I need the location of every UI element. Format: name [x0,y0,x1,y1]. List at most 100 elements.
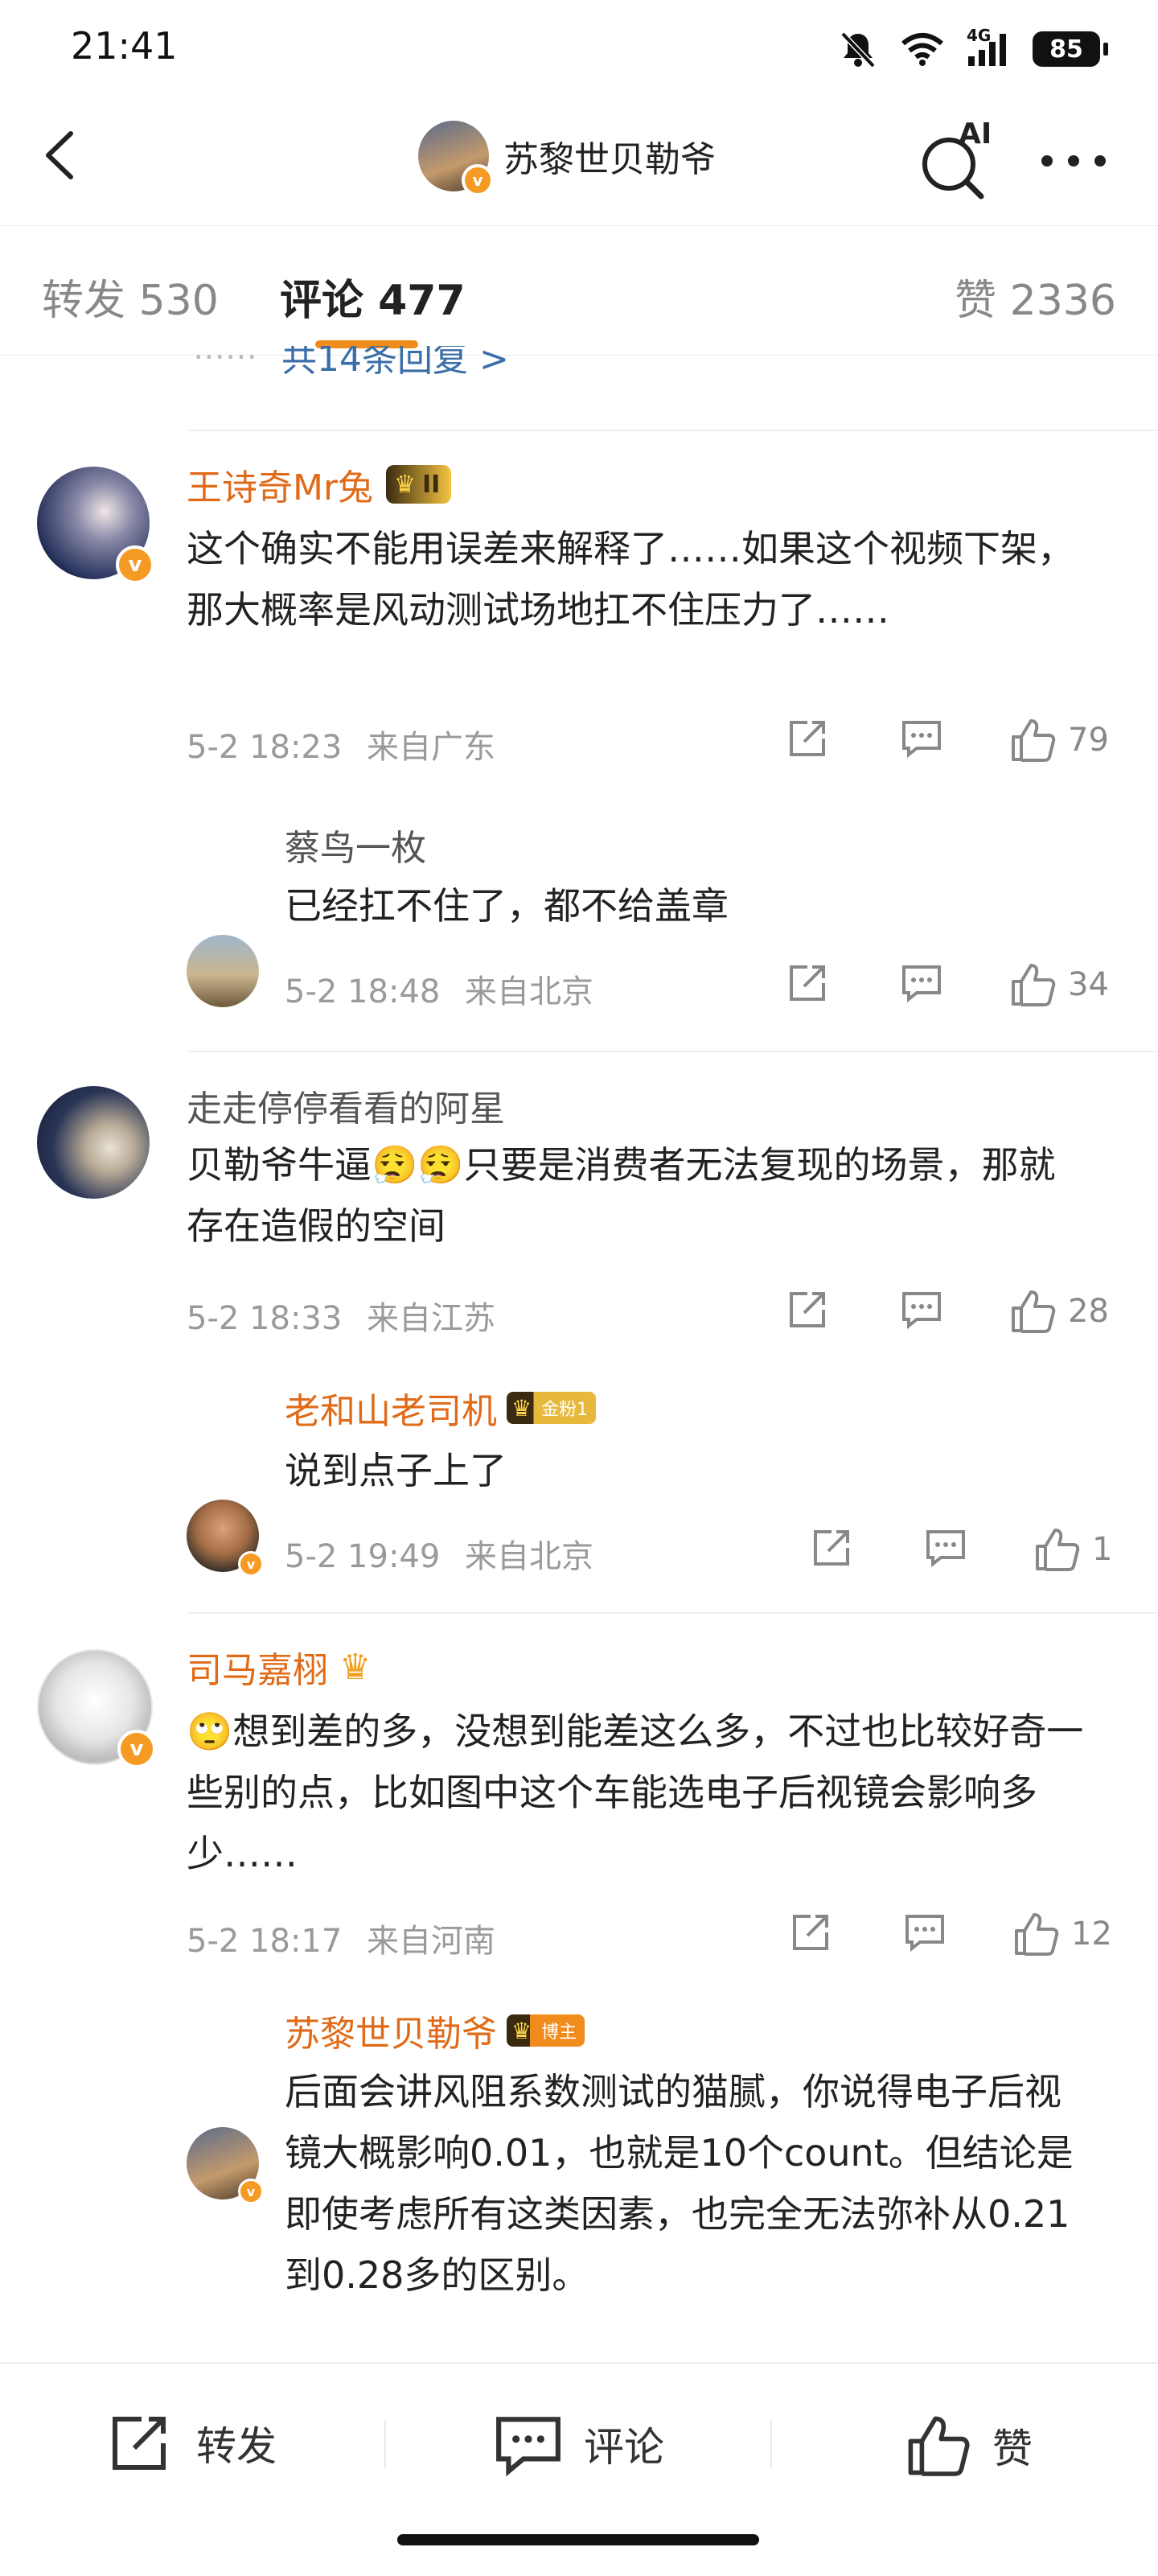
crown-icon: ♛ [511,1394,532,1422]
like-button[interactable]: 赞 [904,2412,1033,2479]
comment-meta: 5-2 18:17 来自河南 [187,1915,495,1961]
toolbar-separator [770,2420,772,2468]
like-button[interactable]: 79 [1008,716,1109,764]
tab-likes[interactable]: 赞 2336 [955,266,1116,327]
comment-time: 5-2 18:17 [187,1923,343,1960]
reply-button[interactable] [923,1525,968,1570]
comment-location: 来自江苏 [367,1300,496,1337]
avatar[interactable]: v [187,2127,264,2204]
divider [187,1612,1158,1614]
reply-button[interactable] [899,961,944,1006]
tab-comments[interactable]: 评论 477 [280,266,466,327]
comment-item[interactable]: 走走停停看看的阿星 贝勒爷牛逼😮‍💨😮‍💨只要是消费者无法复现的场景，那就存在造… [0,1070,1158,1577]
comment-icon [902,965,941,1003]
repost-label: 转发 [196,2423,277,2470]
comment-text: 🙄想到差的多，没想到能差这么多，不过也比较好奇一些别的点，比如图中这个车能选电子… [187,1710,1084,1875]
vip-level: II [421,470,441,499]
network-type: 4G [967,26,992,45]
reply-text: 说到点子上了 [285,1449,507,1492]
share-icon [790,721,825,756]
author-badge: ♛ 博主 [507,2014,585,2047]
comment-item[interactable]: v 司马嘉栩 ♛ 🙄想到差的多，没想到能差这么多，不过也比较好奇一些别的点，比如… [0,1633,1158,2297]
comment-icon [905,1915,944,1953]
home-indicator[interactable] [397,2534,759,2545]
like-count: 12 [1071,1916,1112,1953]
comment-location: 来自广东 [367,729,496,766]
like-button[interactable]: 28 [1008,1287,1109,1335]
comment-meta: 5-2 18:23 来自广东 [187,721,495,767]
verified-badge-icon: v [238,1551,264,1577]
crown-icon: ♛ [394,470,416,499]
reply-username[interactable]: 苏黎世贝勒爷 [285,2005,497,2056]
thumbs-up-icon [908,2416,970,2476]
reply-button[interactable] [899,716,944,761]
comment-username[interactable]: 走走停停看看的阿星 [187,1080,505,1131]
avatar[interactable] [187,935,259,1007]
more-dots-icon [1041,155,1106,167]
avatar[interactable]: v [37,1649,156,1768]
reply-username[interactable]: 老和山老司机 [285,1382,497,1434]
reply-location: 来自北京 [465,1538,594,1575]
reply-text: 已经扛不住了，都不给盖章 [285,884,729,928]
reply-meta: 5-2 19:49 来自北京 [285,1530,593,1577]
view-replies-link[interactable]: 共14条回复 > [281,346,509,378]
reply-location: 来自北京 [465,973,594,1010]
avatar[interactable]: v [418,121,494,196]
verified-badge-icon: v [116,545,154,584]
nav-profile[interactable]: v 苏黎世贝勒爷 [418,121,716,196]
like-button[interactable]: 1 [1033,1525,1112,1574]
reply-username[interactable]: 蔡鸟一枚 [285,819,426,870]
like-button[interactable]: 34 [1008,961,1109,1009]
avatar[interactable] [37,1086,150,1199]
avatar[interactable]: v [37,467,154,584]
nav-bar: v 苏黎世贝勒爷 AI [0,105,1158,225]
share-icon [113,2417,166,2470]
avatar[interactable]: v [187,1500,264,1577]
share-button[interactable] [809,1525,854,1570]
partial-reply-link-row: ⋯⋯ 共14条回复 > [193,346,1158,378]
thumbs-up-icon [1015,1913,1059,1956]
vip-crown-badge: ♛ II [386,465,452,504]
reply-time: 5-2 19:49 [285,1538,441,1575]
dotted-connector: ⋯⋯ [193,346,257,375]
reply-button[interactable] [902,1910,947,1955]
cellular-signal-icon: 4G [967,26,1010,68]
comment-text: 贝勒爷牛逼😮‍💨😮‍💨只要是消费者无法复现的场景，那就存在造假的空间 [187,1143,1056,1248]
comment-item[interactable]: v 王诗奇Mr兔 ♛ II 这个确实不能用误差来解释了……如果这个视频下架， 那… [0,451,1158,1010]
divider [187,1051,1158,1052]
share-button[interactable] [785,1287,830,1332]
comment-location: 来自河南 [367,1923,496,1960]
fan-level: 金粉1 [541,1400,589,1420]
more-button[interactable] [1037,137,1110,185]
share-button[interactable] [785,716,830,761]
share-icon [790,1292,825,1327]
share-icon [793,1915,828,1950]
chevron-left-icon [46,131,73,179]
comment-icon [926,1530,965,1568]
repost-button[interactable]: 转发 [108,2412,277,2475]
comment-username[interactable]: 王诗奇Mr兔 [187,459,373,510]
verified-badge-icon: v [238,2179,264,2204]
reply-button[interactable] [899,1287,944,1332]
comment-icon [496,2417,561,2476]
like-button[interactable]: 12 [1012,1910,1112,1958]
share-button[interactable] [785,961,830,1006]
share-icon [814,1530,849,1566]
author-label: 博主 [541,2023,577,2043]
comment-username[interactable]: 司马嘉栩 [187,1641,328,1693]
back-button[interactable] [32,127,88,183]
nav-title: 苏黎世贝勒爷 [503,139,716,180]
reply-text: 后面会讲风阻系数测试的猫腻，你说得电子后视镜大概影响0.01，也就是10个cou… [285,2070,1074,2297]
ai-search-button[interactable]: AI [917,117,997,201]
comment-button[interactable]: 评论 [494,2412,664,2476]
comment-time: 5-2 18:23 [187,729,343,766]
toolbar-separator [384,2420,386,2468]
tab-repost[interactable]: 转发 530 [42,266,219,327]
ai-label: AI [959,117,992,150]
status-time: 21:41 [71,24,178,68]
wifi-icon [901,33,943,66]
mute-bell-icon [840,31,876,68]
thumbs-up-icon [1012,964,1056,1006]
comment-label: 评论 [584,2424,664,2471]
share-button[interactable] [788,1910,833,1955]
